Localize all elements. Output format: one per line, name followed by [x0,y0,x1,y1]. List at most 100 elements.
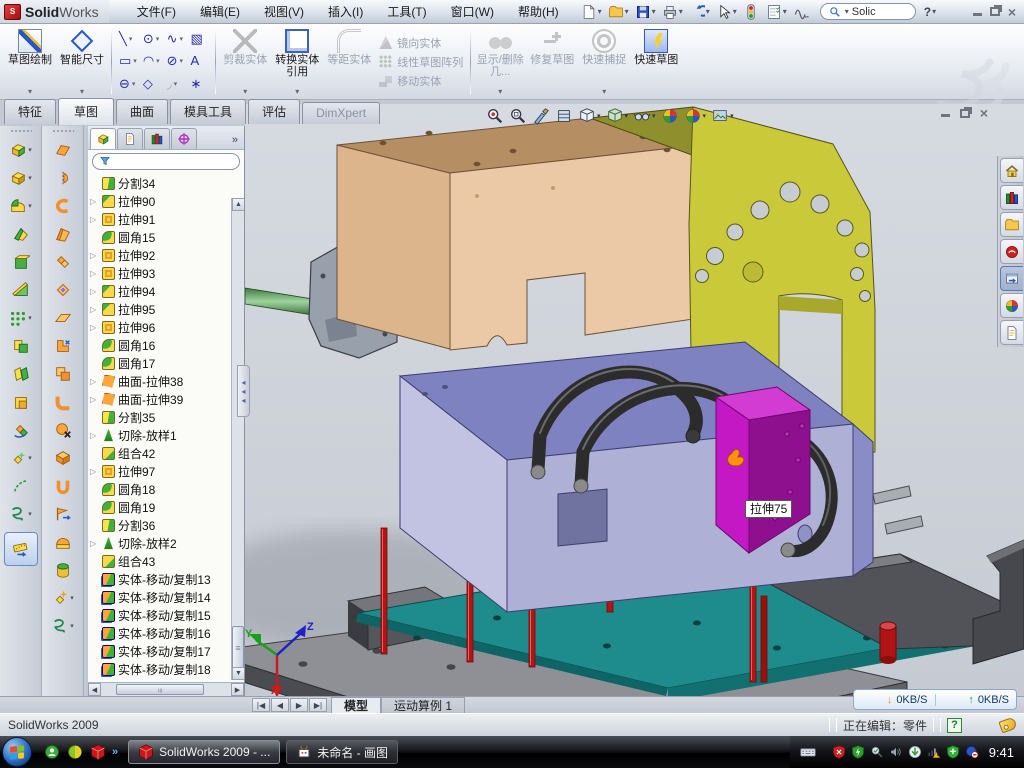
doc-restore-button[interactable] [960,109,970,118]
feature-tree-item[interactable]: ▷分割36 [88,516,231,534]
view-palette[interactable] [1000,266,1023,291]
sketch-entity-tool[interactable]: ◞▾ [165,73,187,95]
reference-geometry[interactable]: ▾ [0,444,41,472]
filled-surface[interactable] [42,276,83,304]
expand-arrow-icon[interactable]: ▷ [90,467,99,476]
ribbon-tab[interactable]: 曲面 [116,99,168,124]
expand-arrow-icon[interactable]: ▷ [90,305,99,314]
custom-properties[interactable] [1000,320,1023,345]
command-button[interactable]: 剪裁实体▾ [219,26,271,97]
design-checker[interactable]: ▾ [764,3,789,21]
command-button[interactable]: 快速草图 [630,26,682,97]
fillet[interactable]: ▾ [0,192,41,220]
curves[interactable] [0,472,41,500]
sketch-entity-tool[interactable]: ◇ [141,73,163,95]
feature-tree-item[interactable]: ▷拉伸91 [88,210,231,228]
graphics-area[interactable]: Y Z X ▾▾▾▾▾ × 拉伸75 [245,104,1024,696]
swept-boss[interactable] [0,220,41,248]
extruded-cut[interactable]: ▾ [0,164,41,192]
edit-appearance[interactable] [660,106,680,126]
command-button[interactable]: 显示/删除几...▾ [474,26,526,97]
expand-arrow-icon[interactable]: ▷ [90,539,99,548]
expand-arrow-icon[interactable]: ▷ [90,197,99,206]
sketch-entity-tool[interactable]: ⊙▾ [141,28,163,50]
feature-manager[interactable] [90,128,116,149]
scroll-left-button[interactable]: ◀ [88,683,101,696]
tree-filter-input[interactable] [92,153,240,170]
panel-splitter-handle[interactable]: ◂◂◂ [237,365,250,417]
dropdown-icon[interactable]: ▾ [80,87,84,96]
menu-item[interactable]: 编辑(E) [190,1,250,22]
sketch-entity-tool[interactable]: ▧ [188,28,210,50]
rib[interactable] [0,388,41,416]
delete-face[interactable] [42,416,83,444]
close-button[interactable]: × [1008,7,1016,17]
menu-item[interactable]: 帮助(H) [508,1,569,22]
ribbon-tab[interactable]: DimXpert [302,102,380,124]
thicken[interactable] [42,556,83,584]
command-button[interactable]: 转换实体引用▾ [271,26,323,97]
health-guard[interactable] [946,745,960,759]
voice-commands[interactable] [791,3,812,21]
tab-nav-button[interactable]: ◀ [271,698,289,712]
dimxpert-manager[interactable] [171,128,197,149]
lofted-surface[interactable] [42,220,83,248]
new-document[interactable]: ▾ [579,3,604,21]
feature-tree-item[interactable]: ▷切除-放样2 [88,534,231,552]
expand-arrow-icon[interactable]: ▷ [90,395,99,404]
volume[interactable] [889,745,903,759]
knit-surface[interactable] [42,528,83,556]
scroll-down-button[interactable]: ▼ [232,667,244,680]
ribbon-tab[interactable]: 评估 [248,99,300,124]
feature-tree-item[interactable]: ▷分割35 [88,408,231,426]
dropdown-icon[interactable]: ▾ [295,87,299,96]
expand-arrow-icon[interactable]: ▷ [90,215,99,224]
helix-spiral[interactable]: ▾ [0,500,41,528]
feature-tree-item[interactable]: ▷实体-移动/复制14 [88,588,231,606]
expand-arrow-icon[interactable]: ▷ [90,377,99,386]
save[interactable]: ▾ [633,3,658,21]
top-clamp-plate-tan[interactable] [337,118,700,350]
planar-surface[interactable] [42,304,83,332]
extend-surface[interactable] [42,500,83,528]
menu-item[interactable]: 文件(F) [127,1,186,22]
command-button[interactable]: 智能尺寸▾ [56,26,108,97]
helix-curve[interactable]: ▾ [42,612,83,640]
expand-arrow-icon[interactable]: ▷ [90,431,99,440]
sketch-entity-tool[interactable]: ⊘▾ [165,50,187,72]
feature-tree-item[interactable]: ▷实体-移动/复制13 [88,570,231,588]
extruded-surface[interactable] [42,192,83,220]
annotations-view[interactable]: ▾ [710,106,735,126]
sketch-entity-tool[interactable]: ◠▾ [141,50,163,72]
feature-tree-item[interactable]: ▷拉伸95 [88,300,231,318]
feature-tree-item[interactable]: ▷组合43 [88,552,231,570]
network-speed-widget[interactable]: ↓0KB/S ↑0KB/S [853,689,1017,710]
select[interactable]: ▾ [714,3,739,21]
replace-face[interactable] [42,444,83,472]
ribbon-tab[interactable]: 特征 [4,99,56,124]
dropdown-icon[interactable]: ▾ [602,87,606,96]
instant3d[interactable] [4,532,38,566]
boundary-surface[interactable] [42,248,83,276]
tab-nav-button[interactable]: ▶ [290,698,308,712]
help-dropdown-icon[interactable]: ▾ [932,7,936,16]
feature-tree-item[interactable]: ▷圆角16 [88,336,231,354]
feature-tree-item[interactable]: ▷分割34 [88,174,231,192]
tree-horizontal-scrollbar[interactable]: ◀ ▶ [88,682,244,696]
open[interactable]: ▾ [606,3,631,21]
locating-pin[interactable] [880,622,896,664]
scroll-right-button[interactable]: ▶ [231,683,244,696]
messenger[interactable] [44,744,60,760]
print[interactable]: ▾ [660,3,685,21]
dropdown-icon[interactable]: ▾ [28,87,32,96]
ribbon-tab[interactable]: 草图 [58,98,114,125]
toolbar-grip[interactable] [52,129,74,133]
toolbar-grip[interactable] [10,129,32,133]
move-copy-bodies[interactable] [0,416,41,444]
start-button[interactable] [2,737,32,767]
feature-tree-item[interactable]: ▷圆角17 [88,354,231,372]
shell[interactable] [0,248,41,276]
sketch-entity-tool[interactable]: ∗ [188,73,210,95]
quick-launch-chevron[interactable]: » [112,746,118,758]
taskbar-window-button[interactable]: 未命名 - 画图 [286,740,398,764]
